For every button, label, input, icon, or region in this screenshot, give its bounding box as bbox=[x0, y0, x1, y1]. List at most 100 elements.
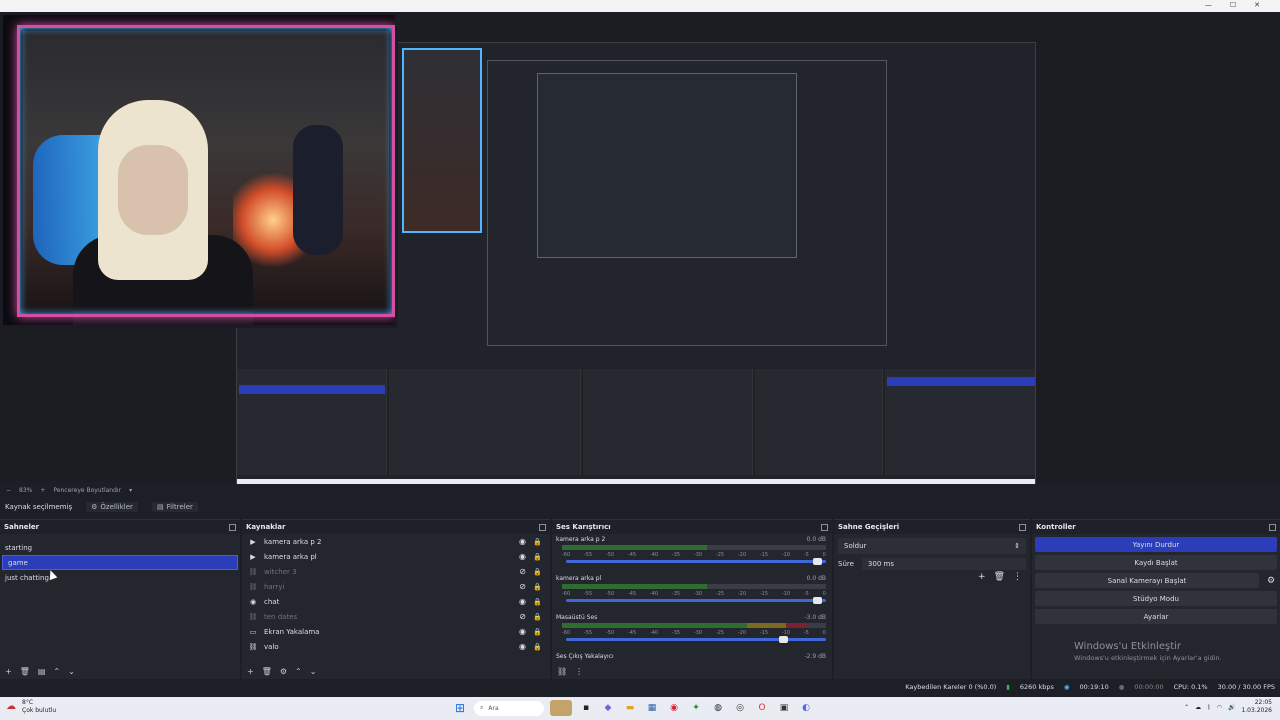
scene-item-selected[interactable]: game bbox=[2, 555, 238, 570]
xbox-icon[interactable]: ✦ bbox=[688, 700, 704, 716]
link-icon: ⛓ bbox=[248, 612, 258, 621]
lock-icon[interactable]: 🔒 bbox=[533, 583, 542, 591]
steam-icon[interactable]: ◍ bbox=[710, 700, 726, 716]
discord-icon[interactable]: ◐ bbox=[798, 700, 814, 716]
eye-icon[interactable]: ◉ bbox=[519, 597, 526, 606]
properties-button[interactable]: ⚙ Özellikler bbox=[86, 502, 138, 512]
chevron-up-icon[interactable]: ⌃ bbox=[1184, 704, 1189, 711]
add-icon[interactable]: + bbox=[5, 667, 12, 676]
file-icon[interactable]: ▪ bbox=[578, 700, 594, 716]
opera-icon[interactable]: O bbox=[754, 700, 770, 716]
trash-icon[interactable]: 🗑 bbox=[262, 667, 272, 676]
close-button[interactable]: ✕ bbox=[1254, 1, 1260, 9]
level-meter bbox=[562, 623, 826, 628]
undock-icon[interactable] bbox=[821, 523, 828, 531]
volume-slider[interactable] bbox=[566, 558, 826, 565]
add-icon[interactable]: + bbox=[247, 667, 254, 676]
source-item[interactable]: ⛓ valo ◉ 🔒 bbox=[242, 639, 550, 654]
eye-icon[interactable]: ◉ bbox=[519, 627, 526, 636]
fit-label[interactable]: Pencereye Boyutlandır bbox=[53, 487, 121, 494]
source-item[interactable]: ⛓ harryi ⊘ 🔒 bbox=[242, 579, 550, 594]
more-icon[interactable]: ⋮ bbox=[575, 667, 583, 676]
weather-widget[interactable]: ☁ 8°C Çok bulutlu bbox=[6, 699, 56, 715]
trash-icon[interactable]: 🗑 bbox=[20, 667, 30, 676]
chevron-up-icon[interactable]: ⌃ bbox=[295, 667, 302, 676]
link-icon[interactable]: ⛓ bbox=[557, 667, 567, 676]
eye-icon[interactable]: ◉ bbox=[519, 537, 526, 546]
eye-off-icon[interactable]: ⊘ bbox=[519, 567, 526, 576]
gear-icon[interactable]: ⚙ bbox=[1262, 576, 1280, 586]
gear-icon[interactable]: ⚙ bbox=[280, 667, 287, 676]
lock-icon[interactable]: 🔒 bbox=[533, 598, 542, 606]
bluetooth-icon[interactable]: ᛒ bbox=[1207, 704, 1211, 711]
zoom-out-icon[interactable]: − bbox=[6, 487, 11, 494]
duration-input[interactable]: 300 ms bbox=[861, 558, 1026, 570]
slider-knob[interactable] bbox=[813, 597, 822, 604]
copilot-icon[interactable]: ◆ bbox=[600, 700, 616, 716]
start-recording-button[interactable]: Kaydı Başlat bbox=[1035, 555, 1277, 570]
filters-label: Filtreler bbox=[166, 503, 193, 511]
eye-off-icon[interactable]: ⊘ bbox=[519, 582, 526, 591]
scene-item[interactable]: starting bbox=[0, 540, 240, 555]
undock-icon[interactable] bbox=[539, 523, 546, 531]
preview-canvas[interactable] bbox=[0, 12, 1280, 492]
source-item[interactable]: ◉ chat ◉ 🔒 bbox=[242, 594, 550, 609]
taskbar-clock[interactable]: 22:05 1.03.2026 bbox=[1241, 699, 1272, 715]
chevron-up-icon[interactable]: ⌃ bbox=[53, 667, 60, 676]
channel-db: -2.9 dB bbox=[804, 653, 826, 660]
cloud-icon[interactable]: ☁ bbox=[1195, 704, 1201, 711]
maximize-button[interactable]: ☐ bbox=[1230, 1, 1236, 9]
filter-icon[interactable]: ▤ bbox=[38, 667, 46, 676]
source-item[interactable]: ▶ kamera arka p 2 ◉ 🔒 bbox=[242, 534, 550, 549]
lock-icon[interactable]: 🔒 bbox=[533, 643, 542, 651]
lock-icon[interactable]: 🔒 bbox=[533, 613, 542, 621]
scene-item[interactable]: just chatting bbox=[0, 570, 240, 585]
chevron-down-icon[interactable]: ⌄ bbox=[68, 667, 75, 676]
taskbar-search[interactable]: ⌕ Ara bbox=[474, 700, 544, 716]
settings-button[interactable]: Ayarlar bbox=[1035, 609, 1277, 624]
volume-slider[interactable] bbox=[566, 636, 826, 643]
file-explorer-icon[interactable]: ▬ bbox=[622, 700, 638, 716]
chevron-down-icon[interactable]: ⌄ bbox=[310, 667, 317, 676]
level-meter bbox=[562, 584, 826, 589]
source-item[interactable]: ⛓ ten dates ⊘ 🔒 bbox=[242, 609, 550, 624]
eye-icon[interactable]: ◉ bbox=[519, 642, 526, 651]
slider-knob[interactable] bbox=[813, 558, 822, 565]
stop-streaming-button[interactable]: Yayını Durdur bbox=[1035, 537, 1277, 552]
filters-button[interactable]: ▤ Filtreler bbox=[151, 502, 198, 512]
undock-icon[interactable] bbox=[1019, 523, 1026, 531]
calculator-icon[interactable]: ▦ bbox=[644, 700, 660, 716]
studio-mode-button[interactable]: Stüdyo Modu bbox=[1035, 591, 1277, 606]
wifi-icon[interactable]: ◠ bbox=[1217, 704, 1222, 711]
chevron-down-icon[interactable]: ▾ bbox=[129, 487, 132, 494]
transitions-title: Sahne Geçişleri bbox=[838, 523, 900, 531]
zoom-in-icon[interactable]: + bbox=[40, 487, 45, 494]
task-view-icon[interactable] bbox=[550, 700, 572, 716]
trash-icon[interactable]: 🗑 bbox=[994, 572, 1005, 582]
lock-icon[interactable]: 🔒 bbox=[533, 628, 542, 636]
epic-icon[interactable]: ▣ bbox=[776, 700, 792, 716]
eye-icon[interactable]: ◉ bbox=[519, 552, 526, 561]
more-icon[interactable]: ⋮ bbox=[1013, 572, 1022, 582]
chrome-icon[interactable]: ◉ bbox=[666, 700, 682, 716]
eye-off-icon[interactable]: ⊘ bbox=[519, 612, 526, 621]
source-item[interactable]: ⛓ witcher 3 ⊘ 🔒 bbox=[242, 564, 550, 579]
transition-select[interactable]: Soldur ⇕ bbox=[838, 538, 1026, 554]
undock-icon[interactable] bbox=[1269, 523, 1276, 531]
add-icon[interactable]: + bbox=[978, 572, 986, 582]
slider-knob[interactable] bbox=[779, 636, 789, 643]
obs-icon[interactable]: ◎ bbox=[732, 700, 748, 716]
source-item[interactable]: ▶ kamera arka pl ◉ 🔒 bbox=[242, 549, 550, 564]
lock-icon[interactable]: 🔒 bbox=[533, 568, 542, 576]
dropped-frames: Kaybedilen Kareler 0 (%0.0) bbox=[905, 683, 997, 691]
undock-icon[interactable] bbox=[229, 523, 236, 531]
source-item[interactable]: ▭ Ekran Yakalama ◉ 🔒 bbox=[242, 624, 550, 639]
lock-icon[interactable]: 🔒 bbox=[533, 538, 542, 546]
volume-icon[interactable]: 🔊 bbox=[1228, 704, 1235, 711]
channel-name: kamera arka p 2 bbox=[556, 536, 606, 543]
minimize-button[interactable]: — bbox=[1205, 1, 1212, 9]
start-virtual-camera-button[interactable]: Sanal Kamerayı Başlat bbox=[1035, 573, 1259, 588]
volume-slider[interactable] bbox=[566, 597, 826, 604]
lock-icon[interactable]: 🔒 bbox=[533, 553, 542, 561]
windows-start-icon[interactable]: ⊞ bbox=[452, 700, 468, 716]
